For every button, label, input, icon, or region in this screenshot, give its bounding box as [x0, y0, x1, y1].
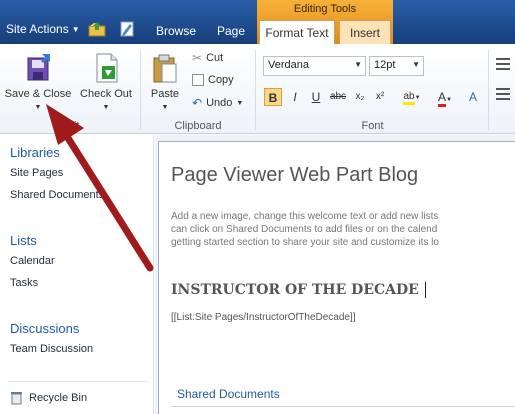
font-family-value: Verdana	[268, 59, 309, 71]
group-divider	[140, 50, 141, 130]
check-out-icon	[96, 53, 118, 83]
nav-divider	[8, 381, 148, 382]
cut-button[interactable]: ✂ Cut	[192, 51, 223, 65]
site-actions-label: Site Actions	[6, 22, 69, 36]
recycle-bin-label: Recycle Bin	[29, 392, 88, 404]
font-family-select[interactable]: Verdana ▼	[263, 56, 366, 76]
page-title: Page Viewer Web Part Blog	[171, 164, 419, 186]
wiki-link-text[interactable]: [[List:Site Pages/InstructorOfTheDecade]…	[171, 312, 356, 323]
sidebar-item-site-pages[interactable]: Site Pages	[10, 167, 63, 179]
copy-label: Copy	[208, 74, 234, 86]
cut-label: Cut	[206, 52, 224, 64]
paste-button[interactable]: Paste ▼	[144, 50, 186, 120]
undo-icon: ↶	[192, 96, 203, 110]
bold-button[interactable]: B	[264, 88, 282, 106]
save-close-label: Save & Close	[4, 88, 72, 100]
clear-format-icon[interactable]: A	[464, 88, 482, 106]
tab-browse[interactable]: Browse	[150, 24, 202, 38]
font-color-label: A	[438, 90, 447, 107]
sidebar-item-tasks[interactable]: Tasks	[10, 277, 38, 289]
blog-heading-text: INSTRUCTOR OF THE DECADE	[171, 282, 419, 298]
welcome-text[interactable]: Add a new image, change this welcome tex…	[171, 210, 515, 249]
welcome-line: Add a new image, change this welcome tex…	[171, 211, 439, 222]
group-divider	[488, 50, 489, 130]
font-group-label: Font	[361, 120, 384, 132]
nav-libraries-heading[interactable]: Libraries	[10, 145, 60, 160]
clipboard-group-label: Clipboard	[174, 120, 222, 132]
text-cursor	[424, 282, 426, 298]
check-out-label: Check Out	[80, 88, 132, 100]
folder-up-icon[interactable]	[88, 20, 106, 38]
bullet-list-icon[interactable]	[496, 58, 510, 70]
paste-label: Paste	[150, 88, 180, 100]
highlight-button[interactable]: ab▼	[398, 88, 426, 106]
webpart-title-underline	[171, 406, 515, 407]
nav-lists-heading[interactable]: Lists	[10, 233, 37, 248]
welcome-line: getting started section to share your si…	[171, 237, 439, 248]
copy-button[interactable]: Copy	[192, 74, 234, 86]
font-color-button[interactable]: A▼	[431, 88, 459, 107]
editing-tools-label: Editing Tools	[293, 3, 357, 15]
font-size-select[interactable]: 12pt ▼	[369, 56, 424, 76]
undo-label: Undo	[206, 97, 233, 109]
chevron-down-icon: ▼	[102, 104, 110, 111]
chevron-down-icon: ▼	[354, 60, 362, 69]
sidebar-item-shared-documents[interactable]: Shared Documents	[10, 189, 104, 201]
chevron-down-icon: ▼	[446, 97, 452, 103]
check-out-button[interactable]: Check Out ▼	[76, 50, 136, 120]
edit-page-icon[interactable]	[118, 20, 136, 38]
site-actions-menu[interactable]: Site Actions ▼	[6, 22, 80, 36]
save-icon	[27, 54, 50, 81]
chevron-down-icon: ▼	[34, 104, 42, 111]
save-close-button[interactable]: Save & Close ▼	[2, 50, 74, 120]
tab-format-text[interactable]: Format Text	[259, 20, 335, 44]
subscript-button[interactable]: x₂	[352, 88, 368, 106]
welcome-line: can click on Shared Documents to add fil…	[171, 224, 438, 235]
chevron-down-icon: ▼	[236, 99, 244, 107]
recycle-bin-icon	[11, 392, 22, 405]
edit-group-label: Edit	[60, 120, 80, 132]
group-divider	[255, 50, 256, 130]
tab-insert[interactable]: Insert	[339, 20, 391, 44]
highlight-label: ab	[403, 91, 415, 105]
underline-button[interactable]: U	[308, 88, 324, 106]
superscript-button[interactable]: x²	[372, 88, 388, 106]
tab-page[interactable]: Page	[211, 24, 251, 38]
paste-icon	[153, 54, 177, 83]
chevron-down-icon: ▼	[71, 24, 80, 34]
blog-heading[interactable]: INSTRUCTOR OF THE DECADE	[171, 282, 426, 298]
copy-icon	[192, 74, 204, 86]
recycle-bin-link[interactable]: Recycle Bin	[10, 391, 87, 405]
nav-discussions-heading[interactable]: Discussions	[10, 321, 79, 336]
align-icon[interactable]	[496, 88, 510, 100]
chevron-down-icon: ▼	[414, 95, 421, 101]
scissors-icon: ✂	[192, 51, 203, 65]
italic-button[interactable]: I	[287, 88, 303, 106]
undo-button[interactable]: ↶ Undo ▼	[192, 96, 243, 110]
font-size-value: 12pt	[374, 59, 396, 71]
chevron-down-icon: ▼	[161, 104, 169, 111]
sidebar-item-calendar[interactable]: Calendar	[10, 255, 55, 267]
chevron-down-icon: ▼	[412, 60, 420, 69]
shared-documents-webpart-title[interactable]: Shared Documents	[177, 387, 280, 401]
strikethrough-button[interactable]: abc	[327, 88, 349, 106]
sidebar-item-team-discussion[interactable]: Team Discussion	[10, 343, 93, 355]
